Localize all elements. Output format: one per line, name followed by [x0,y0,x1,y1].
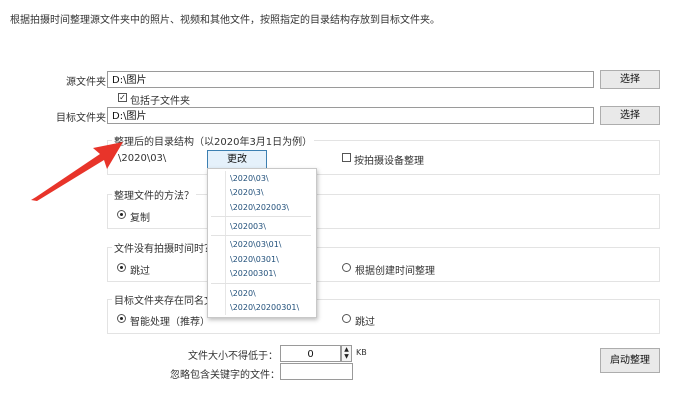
min-size-spinner[interactable]: ▲ ▼ [341,345,352,362]
by-device-checkbox[interactable] [342,153,351,162]
by-device-label: 按拍摄设备整理 [354,156,424,167]
dropdown-item[interactable]: \20200301\ [230,269,276,278]
dropdown-gutter [225,171,226,315]
red-arrow-icon [31,142,123,201]
source-folder-label: 源文件夹 [66,77,106,88]
conflict-smart-radio[interactable] [117,314,126,323]
dropdown-item[interactable]: \2020\03\01\ [230,240,282,249]
source-select-button[interactable]: 选择 [600,70,660,89]
min-size-input[interactable]: 0 [280,345,341,362]
description-text: 根据拍摄时间整理源文件夹中的照片、视频和其他文件，按照指定的目录结构存放到目标文… [10,15,440,26]
dropdown-item[interactable]: \2020\20200301\ [230,303,299,312]
no-time-created-label: 根据创建时间整理 [355,266,435,277]
ignore-keyword-label: 忽略包含关键字的文件： [170,370,280,381]
min-size-unit: KB [356,348,367,357]
structure-current-value: \2020\03\ [118,153,167,164]
structure-group-title: 整理后的目录结构（以2020年3月1日为例） [112,133,315,148]
start-organize-button[interactable]: 启动整理 [600,348,660,373]
change-structure-button[interactable]: 更改 [207,150,267,169]
dropdown-item[interactable]: \2020\3\ [230,188,264,197]
dropdown-item[interactable]: \2020\202003\ [230,203,289,212]
dropdown-separator [211,235,311,236]
dropdown-separator [211,216,311,217]
conflict-group-title: 目标文件夹存在同名文 [112,292,216,307]
ignore-keyword-input[interactable] [280,363,353,380]
no-time-skip-label: 跳过 [130,266,150,277]
target-select-button[interactable]: 选择 [600,106,660,125]
conflict-skip-label: 跳过 [355,317,375,328]
dropdown-item[interactable]: \202003\ [230,222,266,231]
conflict-smart-label: 智能处理（推荐） [130,317,210,328]
conflict-skip-radio[interactable] [342,314,351,323]
include-subfolders-checkbox[interactable]: ✓ [118,93,127,102]
spinner-up-icon[interactable]: ▲ [342,346,351,353]
no-time-group-title: 文件没有拍摄时间时？ [112,240,216,255]
dropdown-item[interactable]: \2020\03\ [230,174,269,183]
structure-dropdown-menu: \2020\03\ \2020\3\ \2020\202003\ \202003… [207,168,317,318]
spinner-down-icon[interactable]: ▼ [342,353,351,361]
dropdown-item[interactable]: \2020\0301\ [230,255,279,264]
dropdown-item[interactable]: \2020\ [230,289,256,298]
target-folder-input[interactable]: D:\图片 [107,107,594,124]
method-copy-label: 复制 [130,213,150,224]
dropdown-separator [211,283,311,284]
method-group-title: 整理文件的方法？ [112,187,196,202]
min-size-label: 文件大小不得低于： [188,351,278,362]
target-folder-label: 目标文件夹 [56,113,106,124]
method-copy-radio[interactable] [117,210,126,219]
include-subfolders-label: 包括子文件夹 [130,96,190,107]
no-time-skip-radio[interactable] [117,263,126,272]
no-time-created-radio[interactable] [342,263,351,272]
source-folder-input[interactable]: D:\图片 [107,71,594,88]
